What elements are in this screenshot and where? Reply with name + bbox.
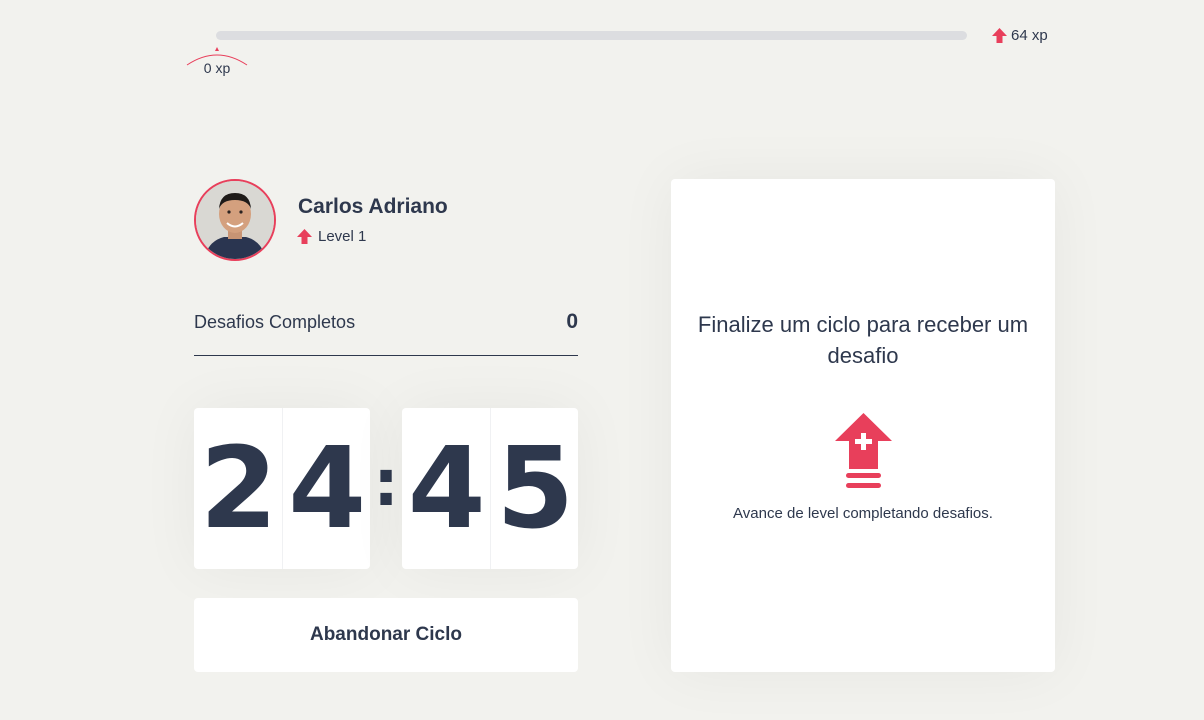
profile-level-label: Level 1 — [318, 228, 367, 245]
level-up-icon — [835, 413, 892, 488]
level-up-icon — [992, 27, 1007, 43]
experience-bar — [216, 31, 967, 40]
countdown-seconds: 4 5 — [402, 408, 578, 569]
completed-challenges-label: Desafios Completos — [194, 312, 356, 332]
countdown: 2 4 : 4 5 — [194, 408, 578, 569]
level-up-icon — [297, 228, 312, 244]
seconds-tens-digit: 4 — [407, 423, 486, 554]
seconds-units-digit: 5 — [489, 408, 579, 569]
challenge-box: Finalize um ciclo para receber um desafi… — [671, 179, 1055, 672]
challenge-box-description: Avance de level completando desafios. — [733, 505, 993, 522]
minutes-tens-digit: 2 — [199, 423, 278, 554]
max-experience: 64 xp — [992, 27, 1048, 44]
current-experience-label: 0 xp — [203, 60, 231, 76]
countdown-minutes: 2 4 — [194, 408, 370, 569]
minutes-units-digit: 4 — [281, 408, 371, 569]
avatar — [194, 179, 276, 261]
challenge-box-title: Finalize um ciclo para receber um desafi… — [697, 312, 1029, 368]
abandon-cycle-button[interactable]: Abandonar Ciclo — [194, 598, 578, 672]
completed-challenges-count: 0 — [566, 310, 578, 333]
countdown-separator: : — [373, 446, 399, 521]
profile-name: Carlos Adriano — [298, 195, 448, 218]
profile-level: Level 1 — [297, 228, 366, 245]
avatar-photo — [196, 181, 274, 259]
completed-challenges: Desafios Completos 0 — [194, 310, 578, 356]
current-experience-marker: 0 xp — [186, 47, 248, 81]
max-experience-label: 64 xp — [1011, 27, 1048, 44]
